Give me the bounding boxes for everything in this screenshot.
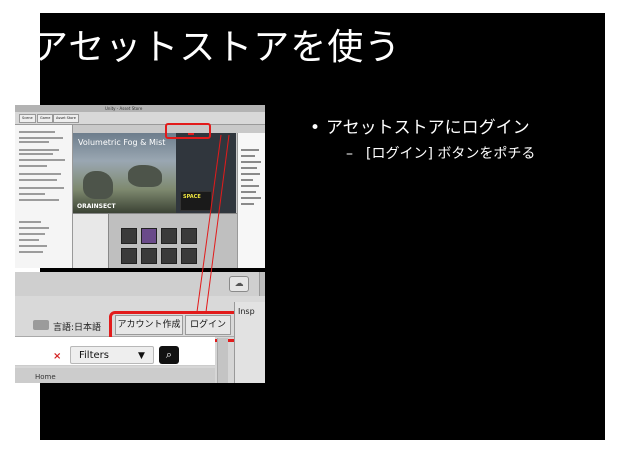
text-line (19, 227, 49, 229)
text-line (19, 193, 45, 195)
banner-logo: ORAINSECT (77, 203, 116, 210)
text-line (19, 251, 43, 253)
login-marker (188, 133, 194, 135)
game-banner-text: SPACE (183, 194, 201, 200)
text-line (19, 173, 61, 175)
search-icon[interactable]: ⌕ (159, 346, 179, 364)
text-line (19, 149, 59, 151)
asset-thumbnail[interactable] (161, 248, 177, 264)
list-item[interactable] (241, 197, 261, 199)
text-line (19, 179, 57, 181)
cloud-icon[interactable]: ☁ (229, 276, 249, 292)
login-zoom-screenshot: ☁ 言語:日本語 アカウント作成 ログイン × Filters ▼ ⌕ Insp… (15, 272, 265, 383)
language-selector[interactable]: 言語:日本語 (53, 320, 101, 333)
project-tree (73, 214, 109, 268)
project-panel (73, 213, 237, 268)
bullet-marker: • (310, 118, 321, 138)
tab-scene[interactable]: Scene (19, 114, 36, 123)
game-banner[interactable]: SPACE (180, 191, 212, 211)
sub-bullet-item: – [ログイン] ボタンをポチる (346, 145, 535, 163)
list-item[interactable] (241, 185, 259, 187)
asset-thumbnail[interactable] (141, 228, 157, 244)
window-title: Unity - Asset Store (105, 106, 143, 111)
store-left-panel (15, 125, 73, 268)
scrollbar[interactable] (217, 338, 228, 383)
banner-rock (128, 165, 162, 187)
banner-rock (83, 171, 113, 199)
text-line (19, 141, 49, 143)
login-highlight-small (165, 123, 211, 139)
bullet-text: アセットストアにログイン (326, 118, 530, 138)
list-item[interactable] (241, 161, 261, 163)
category-home[interactable]: Home (35, 373, 56, 381)
window-titlebar: Unity - Asset Store (15, 105, 265, 112)
text-line (19, 239, 39, 241)
list-item[interactable] (241, 149, 259, 151)
panel-divider (259, 272, 265, 296)
store-side-banners: SPACE (176, 133, 236, 213)
text-line (19, 159, 65, 161)
text-line (19, 199, 59, 201)
top-bar: ☁ (15, 272, 265, 296)
unity-editor-screenshot: Unity - Asset Store Scene Game Asset Sto… (15, 105, 265, 268)
asset-thumbnail[interactable] (181, 248, 197, 264)
text-line (19, 221, 41, 223)
bullet-item: • アセットストアにログイン (310, 117, 530, 139)
text-line (19, 165, 47, 167)
clear-icon[interactable]: × (53, 351, 61, 362)
text-line (19, 233, 45, 235)
featured-banner[interactable]: Volumetric Fog & Mist ORAINSECT (73, 133, 176, 213)
mail-icon[interactable] (33, 320, 49, 330)
inspector-tab[interactable]: Insp (238, 307, 255, 316)
chevron-down-icon: ▼ (138, 351, 145, 361)
text-line (19, 245, 47, 247)
list-item[interactable] (241, 191, 256, 193)
list-item[interactable] (241, 203, 254, 205)
asset-thumbnail[interactable] (141, 248, 157, 264)
text-line (19, 153, 53, 155)
text-line (19, 187, 64, 189)
asset-thumbnail[interactable] (121, 248, 137, 264)
text-line (19, 137, 63, 139)
slide-title: アセットストアを使う (32, 27, 402, 68)
text-line (19, 131, 55, 133)
tab-game[interactable]: Game (37, 114, 54, 123)
list-item[interactable] (241, 167, 257, 169)
category-list (237, 133, 265, 268)
list-item[interactable] (241, 179, 253, 181)
asset-thumbnail[interactable] (181, 228, 197, 244)
banner-title: Volumetric Fog & Mist (78, 138, 166, 147)
list-item[interactable] (241, 155, 255, 157)
editor-toolbar: Scene Game Asset Store (15, 112, 265, 125)
sub-bullet-text: [ログイン] ボタンをポチる (366, 146, 536, 162)
asset-thumbnail[interactable] (161, 228, 177, 244)
list-item[interactable] (241, 173, 260, 175)
asset-thumbnail[interactable] (121, 228, 137, 244)
tab-asset-store[interactable]: Asset Store (53, 114, 79, 123)
sub-bullet-marker: – (346, 146, 353, 162)
